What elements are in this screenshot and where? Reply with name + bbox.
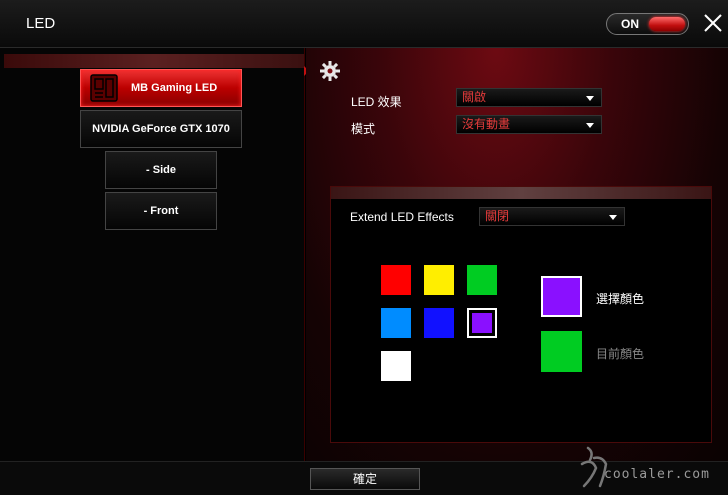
color-swatch-red[interactable] — [381, 265, 411, 295]
nav-item-label: - Front — [143, 205, 179, 217]
extend-effects-label: Extend LED Effects — [350, 210, 454, 224]
mode-dropdown[interactable]: 沒有動畫 — [456, 115, 602, 134]
nav-item-side[interactable]: - Side — [105, 151, 217, 189]
extend-effects-value: 關閉 — [485, 209, 510, 223]
selected-color-swatch — [541, 276, 582, 317]
nav-item-mb-gaming-led[interactable]: MB Gaming LED — [80, 69, 242, 107]
color-swatch-azure[interactable] — [381, 308, 411, 338]
color-swatch-green[interactable] — [467, 265, 497, 295]
chevron-down-icon — [586, 96, 594, 101]
ok-button[interactable]: 確定 — [310, 468, 420, 490]
power-toggle[interactable]: ON — [606, 13, 689, 35]
motherboard-icon — [90, 74, 118, 102]
led-effect-dropdown[interactable]: 關啟 — [456, 88, 602, 107]
chevron-down-icon — [609, 215, 617, 220]
power-toggle-label: ON — [621, 17, 639, 31]
led-effect-value: 關啟 — [462, 90, 487, 104]
panel-header-bar — [331, 187, 711, 199]
nav-item-label: - Side — [146, 164, 176, 176]
watermark-text: coolaler.com — [604, 467, 710, 482]
led-effect-label: LED 效果 — [351, 95, 402, 109]
nav-item-label: NVIDIA GeForce GTX 1070 — [92, 123, 230, 135]
toggle-knob — [649, 17, 685, 31]
chevron-down-icon — [586, 123, 594, 128]
extend-effects-dropdown[interactable]: 關閉 — [479, 207, 625, 226]
window-title: LED — [26, 15, 56, 32]
panel-header-bar — [4, 54, 304, 68]
close-icon[interactable] — [701, 11, 725, 35]
color-swatch-blue[interactable] — [424, 308, 454, 338]
color-swatch-white[interactable] — [381, 351, 411, 381]
current-color-label: 目前顏色 — [596, 347, 645, 361]
nav-item-label: MB Gaming LED — [131, 82, 218, 94]
color-swatch-purple[interactable] — [467, 308, 497, 338]
nav-item-gpu[interactable]: NVIDIA GeForce GTX 1070 — [80, 110, 242, 148]
current-color-swatch — [541, 331, 582, 372]
mode-label: 模式 — [351, 122, 376, 136]
selected-color-label: 選擇顏色 — [596, 292, 645, 306]
color-swatch-yellow[interactable] — [424, 265, 454, 295]
nav-item-front[interactable]: - Front — [105, 192, 217, 230]
gear-icon — [320, 61, 340, 81]
mode-value: 沒有動畫 — [462, 117, 511, 131]
title-bar: LED ON — [0, 0, 728, 48]
